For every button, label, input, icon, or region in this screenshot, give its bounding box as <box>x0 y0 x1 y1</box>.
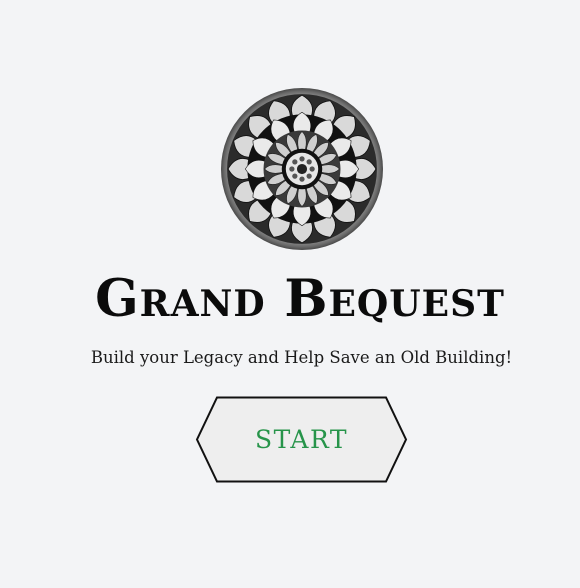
tagline: Build your Legacy and Help Save an Old B… <box>90 348 513 367</box>
mandala-logo-icon <box>221 88 383 250</box>
game-title: Grand Bequest <box>95 269 505 329</box>
start-button-label: START <box>254 425 349 454</box>
start-button[interactable]: START <box>195 396 408 483</box>
